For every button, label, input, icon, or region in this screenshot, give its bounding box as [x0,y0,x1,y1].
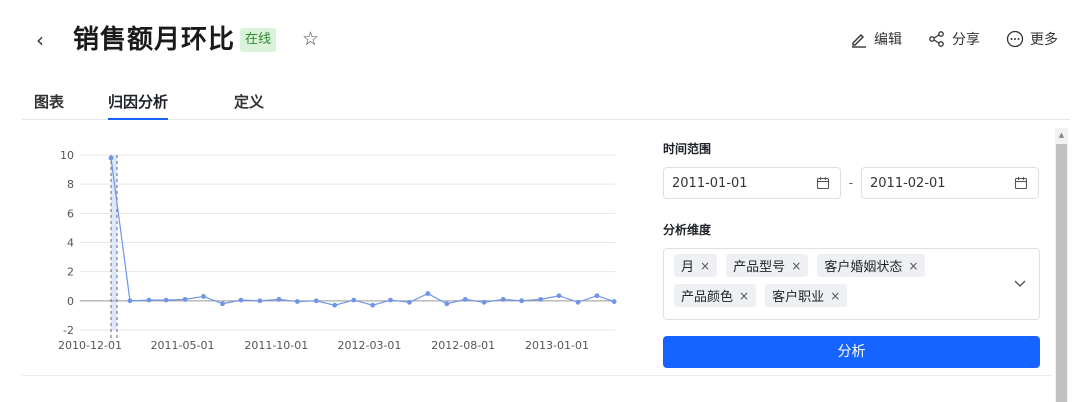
data-point [519,298,525,304]
analysis-panel: 时间范围 2011-01-01 - 2011-02-01 分析维度 月 × 产品型… [663,140,1040,368]
tab-attribution[interactable]: 归因分析 [108,90,169,120]
data-point [611,299,617,304]
dimension-tag: 月 × [674,254,718,277]
data-point [294,299,300,304]
tag-remove-icon[interactable]: × [830,289,840,303]
x-tick-label: 2010-12-01 [58,339,122,352]
dimension-tag-label: 月 [681,260,695,275]
header: ‹ 销售额月环比 在线 ☆ 编辑 分享 更多 [0,0,1080,80]
date-range: 2011-01-01 - 2011-02-01 [663,167,1040,199]
edit-button[interactable]: 编辑 [850,28,902,50]
tag-remove-icon[interactable]: × [908,259,918,273]
x-tick-label: 2012-08-01 [431,339,495,352]
analyze-button[interactable]: 分析 [663,336,1040,368]
more-icon [1006,30,1024,48]
data-point [575,299,581,305]
data-point [538,296,544,302]
tag-remove-icon[interactable]: × [791,259,801,273]
data-point [407,299,412,305]
x-tick-label: 2011-10-01 [244,339,308,352]
data-point [500,296,506,302]
data-point [201,294,206,299]
data-point [257,298,263,304]
page-title: 销售额月环比 [73,25,236,55]
dimension-tag-label: 产品型号 [733,260,786,275]
x-tick-label: 2011-05-01 [151,339,215,352]
y-tick-label: 6 [67,207,74,220]
data-point [276,296,282,302]
y-tick-label: 8 [67,178,74,191]
edit-icon [852,34,866,48]
data-point [481,299,487,305]
data-point [313,298,319,304]
calendar-icon [1014,177,1028,190]
dimension-tag: 客户婚姻状态 × [817,254,926,277]
header-actions: 编辑 分享 更多 [850,28,1058,50]
edit-label: 编辑 [874,32,902,48]
y-tick-label: 4 [67,237,74,250]
start-date-value: 2011-01-01 [672,175,748,191]
x-tick-label: 2012-03-01 [337,339,401,352]
data-point [388,297,393,303]
more-label: 更多 [1030,32,1058,48]
share-label: 分享 [952,32,980,48]
data-point [444,301,450,307]
data-point [332,302,338,308]
data-point [238,297,244,303]
back-icon[interactable]: ‹ [30,28,50,52]
divider [22,375,1052,376]
scrollbar[interactable]: ▲ [1055,128,1068,402]
scroll-up-icon[interactable]: ▲ [1055,128,1068,142]
tag-remove-icon[interactable]: × [700,259,710,273]
scroll-thumb[interactable] [1056,144,1067,402]
tab-chart[interactable]: 图表 [34,90,64,120]
calendar-icon [816,177,830,190]
dimension-select[interactable]: 月 × 产品型号 × 客户婚姻状态 × 产品颜色 × 客户职业 × [663,248,1040,320]
data-point [425,291,431,296]
y-tick-label: -2 [63,324,74,337]
start-date-input[interactable]: 2011-01-01 [663,167,841,199]
data-point [146,297,152,303]
data-point [556,293,562,299]
chevron-down-icon[interactable] [1013,276,1027,290]
dimension-label: 分析维度 [663,223,712,237]
y-tick-label: 10 [60,149,74,162]
date-separator: - [848,175,854,191]
status-badge: 在线 [240,28,277,52]
dimension-tag: 产品颜色 × [674,284,757,307]
x-tick-label: 2013-01-01 [525,339,589,352]
data-point [182,296,188,302]
data-point [108,155,114,161]
line-chart: 10 8 6 4 2 0 -2 2010-12-01 2011-05-01 2011-10-01 2… [58,149,617,352]
data-point [594,293,600,299]
share-icon [929,31,944,47]
end-date-input[interactable]: 2011-02-01 [861,167,1039,199]
star-icon[interactable]: ☆ [302,27,324,51]
more-button[interactable]: 更多 [1006,28,1058,50]
tag-remove-icon[interactable]: × [739,289,749,303]
dimension-tag: 产品型号 × [726,254,809,277]
data-point [370,302,376,308]
data-point [462,296,468,302]
dimension-tag: 客户职业 × [765,284,848,307]
dimension-tag-label: 客户婚姻状态 [824,260,903,275]
share-button[interactable]: 分享 [928,28,980,50]
tab-definition[interactable]: 定义 [234,90,264,120]
data-point [220,301,225,307]
dimension-tag-label: 产品颜色 [681,290,734,305]
tab-bar: 图表 归因分析 定义 [22,88,1070,120]
y-tick-label: 0 [67,295,74,308]
y-tick-label: 2 [67,266,74,279]
dimension-tag-label: 客户职业 [772,290,825,305]
data-point [351,297,357,303]
time-range-label: 时间范围 [663,142,712,156]
data-point [163,297,169,303]
data-point [127,298,133,304]
end-date-value: 2011-02-01 [870,175,946,191]
series-line [110,157,615,306]
